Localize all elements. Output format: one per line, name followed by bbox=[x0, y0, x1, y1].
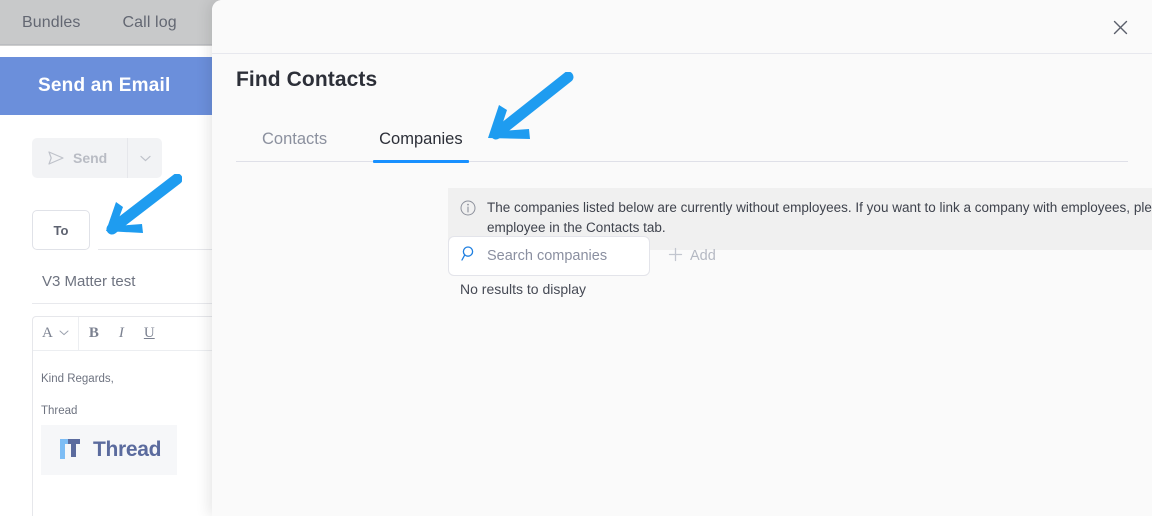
toolbar-underline-label: U bbox=[143, 325, 155, 341]
send-button-label: Send bbox=[73, 150, 108, 166]
modal-titlebar bbox=[212, 0, 1152, 54]
toolbar-bold-button[interactable]: B bbox=[79, 317, 109, 350]
send-paper-plane-icon bbox=[48, 151, 64, 165]
modal-tab-list: Contacts Companies bbox=[236, 130, 1128, 163]
toolbar-bold-label: B bbox=[88, 325, 99, 341]
to-button-label: To bbox=[53, 222, 69, 238]
send-dropdown-toggle[interactable] bbox=[127, 138, 162, 178]
send-email-title: Send an Email bbox=[38, 75, 171, 96]
toolbar-italic-label: I bbox=[118, 325, 124, 341]
chevron-down-icon bbox=[59, 328, 69, 339]
empty-state-message: No results to display bbox=[460, 281, 587, 297]
add-button[interactable]: Add bbox=[664, 241, 720, 272]
topbar-tab-bundles[interactable]: Bundles bbox=[22, 14, 81, 32]
find-contacts-modal: Find Contacts Contacts Companies The com… bbox=[212, 0, 1152, 516]
add-button-label: Add bbox=[690, 248, 716, 264]
chevron-down-icon bbox=[139, 149, 151, 167]
thread-mark-icon bbox=[57, 435, 83, 466]
thread-logo-text: Thread bbox=[93, 438, 162, 461]
tab-companies[interactable]: Companies bbox=[353, 130, 488, 163]
info-circle-icon bbox=[460, 200, 476, 239]
screen: Bundles Call log Send an Email Send To V… bbox=[0, 0, 1152, 516]
send-button[interactable]: Send bbox=[32, 138, 127, 178]
toolbar-font-color-button[interactable]: A bbox=[33, 317, 79, 350]
search-companies-field[interactable]: Search companies bbox=[448, 236, 650, 276]
toolbar-italic-button[interactable]: I bbox=[109, 317, 134, 350]
info-banner-text: The companies listed below are currently… bbox=[487, 200, 1152, 236]
plus-icon bbox=[668, 247, 683, 266]
page-title: Find Contacts bbox=[236, 68, 378, 91]
topbar-tab-call-log[interactable]: Call log bbox=[123, 14, 177, 32]
thread-logo: Thread bbox=[41, 425, 177, 475]
search-and-add-row: Search companies Add bbox=[448, 236, 720, 276]
close-icon[interactable] bbox=[1106, 13, 1134, 41]
send-button-group[interactable]: Send bbox=[32, 138, 162, 178]
tab-contacts[interactable]: Contacts bbox=[236, 130, 353, 161]
toolbar-font-color-label: A bbox=[42, 325, 53, 341]
search-input-placeholder: Search companies bbox=[487, 248, 608, 264]
toolbar-underline-button[interactable]: U bbox=[134, 317, 165, 350]
subject-field[interactable]: V3 Matter test bbox=[42, 273, 135, 290]
to-button[interactable]: To bbox=[32, 210, 90, 250]
search-icon bbox=[461, 245, 478, 267]
